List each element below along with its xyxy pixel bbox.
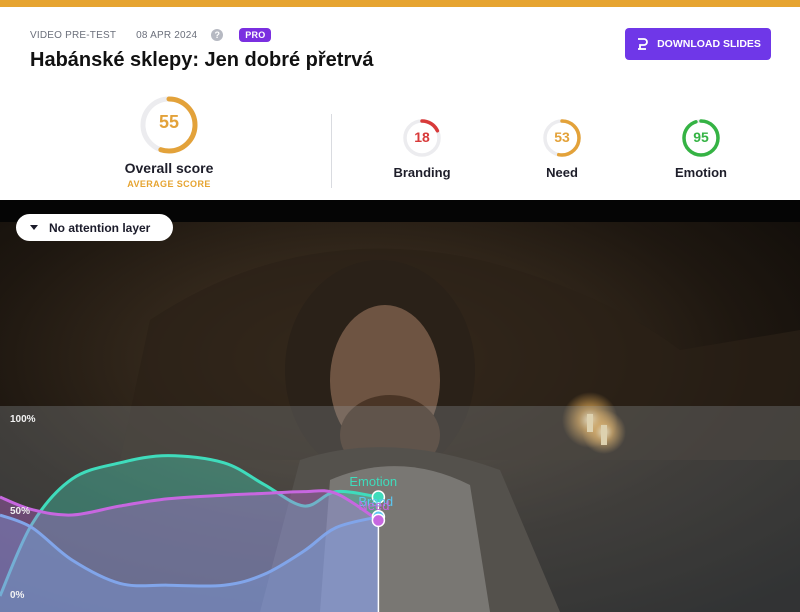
- video-player[interactable]: No attention layer 100% 50% 0% Emotion Br…: [0, 200, 800, 612]
- attention-layer-dropdown[interactable]: No attention layer: [16, 214, 173, 241]
- y-tick-50: 50%: [10, 506, 31, 517]
- top-accent-bar: [0, 0, 800, 7]
- download-slides-button[interactable]: DOWNLOAD SLIDES: [625, 28, 771, 60]
- score-chart-canvas: [0, 406, 800, 612]
- overall-score: 55 Overall score AVERAGE SCORE: [104, 94, 234, 189]
- pro-badge: PRO: [239, 28, 272, 42]
- emotion-score-value: 95: [693, 129, 709, 145]
- score-divider: [331, 114, 332, 188]
- overall-score-rating: AVERAGE SCORE: [127, 179, 211, 189]
- y-tick-100: 100%: [10, 414, 36, 425]
- caret-down-icon: [30, 225, 38, 230]
- report-header: VIDEO PRE-TEST 08 APR 2024 ? PRO Habánsk…: [0, 7, 800, 200]
- help-icon[interactable]: ?: [211, 29, 224, 41]
- need-score-value: 53: [554, 129, 570, 145]
- attention-layer-label: No attention layer: [49, 220, 151, 235]
- download-slides-label: DOWNLOAD SLIDES: [657, 38, 761, 50]
- report-type: VIDEO PRE-TEST: [30, 29, 117, 41]
- report-date: 08 APR 2024: [136, 29, 198, 41]
- need-score: 53 Need: [507, 117, 617, 180]
- report-meta: VIDEO PRE-TEST 08 APR 2024 ? PRO: [30, 28, 272, 42]
- branding-score-value: 18: [414, 129, 430, 145]
- score-chart: 100% 50% 0% Emotion Brand Need: [0, 406, 800, 612]
- marker-label-emotion: Emotion: [349, 474, 398, 489]
- marker-label-need: Need: [358, 498, 390, 514]
- overall-score-value: 55: [158, 112, 180, 132]
- page-title: Habánské sklepy: Jen dobré přetrvá: [30, 49, 374, 71]
- download-slides-icon: [638, 38, 648, 50]
- branding-score-label: Branding: [393, 165, 451, 180]
- branding-score: 18 Branding: [367, 117, 477, 180]
- y-tick-0: 0%: [10, 590, 25, 601]
- emotion-score-label: Emotion: [675, 165, 727, 180]
- overall-score-label: Overall score: [124, 160, 214, 176]
- marker-need: [371, 513, 386, 528]
- emotion-score: 95 Emotion: [646, 117, 756, 180]
- need-score-label: Need: [546, 165, 578, 180]
